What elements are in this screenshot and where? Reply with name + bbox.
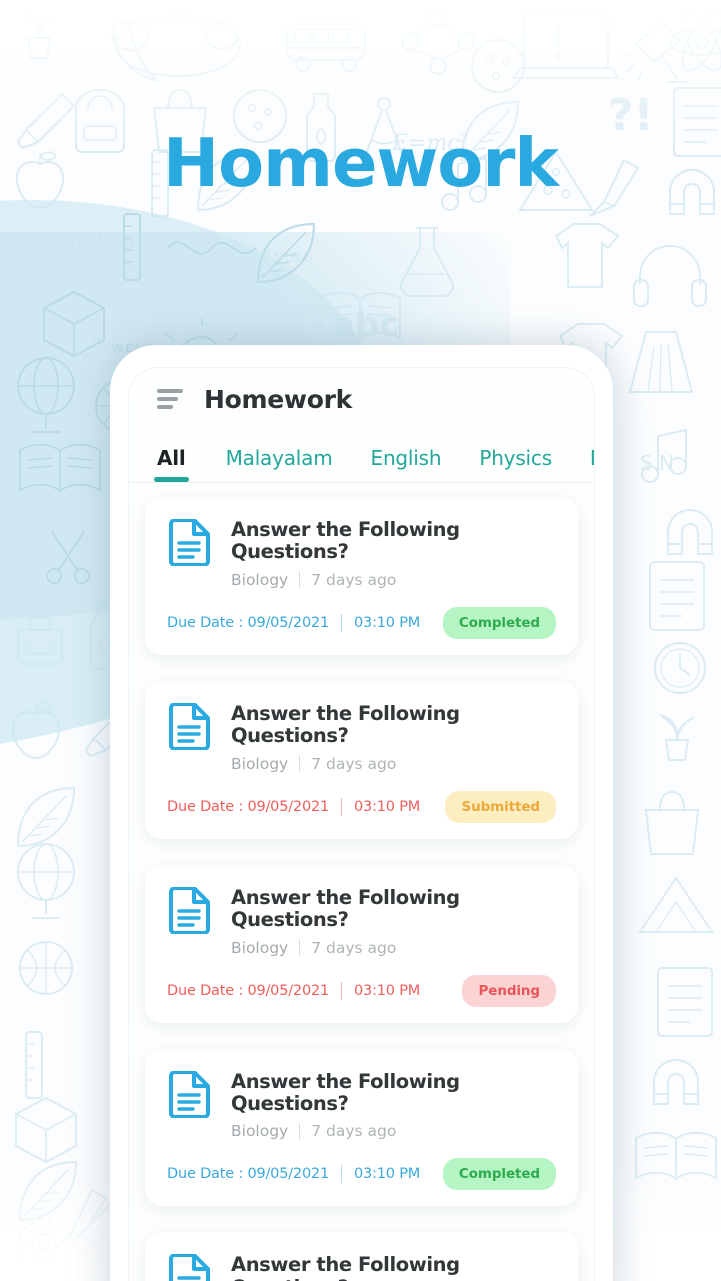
card-title: Answer the Following Questions? (231, 885, 460, 932)
document-icon (169, 519, 210, 566)
card-head: Answer the Following Questions? Biology … (231, 885, 556, 957)
document-icon (169, 702, 210, 750)
tab-english[interactable]: English (371, 446, 442, 482)
hamburger-menu-icon[interactable] (157, 389, 183, 409)
due-time: 03:10 PM (354, 798, 421, 815)
due-info: Due Date : 09/05/2021 03:10 PM (167, 981, 421, 1000)
card-time-ago: 7 days ago (311, 1122, 397, 1141)
homework-card[interactable]: Answer the Following Questions? Biology … (145, 1232, 578, 1281)
homework-card[interactable]: Answer the Following Questions? Biology … (145, 680, 578, 839)
tab-biology[interactable]: Biology (590, 446, 594, 482)
document-icon (169, 1254, 210, 1281)
due-time: 03:10 PM (354, 614, 421, 631)
due-info: Due Date : 09/05/2021 03:10 PM (167, 613, 421, 632)
card-subline: Biology 7 days ago (231, 755, 556, 773)
card-title: Answer the Following Questions? (231, 701, 460, 748)
page-title: Homework (163, 124, 559, 202)
card-subline: Biology 7 days ago (231, 1122, 556, 1140)
homework-card[interactable]: Answer the Following Questions? Biology … (145, 497, 578, 655)
card-time-ago: 7 days ago (311, 754, 397, 773)
due-separator (341, 797, 343, 816)
app-bar-title: Homework (204, 384, 352, 414)
due-date: Due Date : 09/05/2021 (167, 1166, 330, 1183)
card-title: Answer the Following Questions? (231, 1253, 460, 1281)
screenshot-root: E=mc² ?! English LEARNING (0, 0, 721, 1281)
card-title: Answer the Following Questions? (231, 1069, 460, 1115)
phone-screen: Homework All Malayalam English Physics B… (128, 367, 595, 1281)
status-badge[interactable]: Completed (442, 606, 556, 639)
card-head: Answer the Following Questions? Biology … (231, 701, 556, 773)
card-subline: Biology 7 days ago (231, 939, 556, 957)
card-footer: Due Date : 09/05/2021 03:10 PM Submitted (167, 790, 556, 823)
status-badge[interactable]: Completed (442, 1158, 556, 1191)
card-title: Answer the Following Questions? (231, 518, 460, 564)
due-date: Due Date : 09/05/2021 (167, 982, 330, 999)
sub-separator (299, 939, 301, 957)
card-header: Answer the Following Questions? Biology … (167, 1069, 556, 1141)
due-date: Due Date : 09/05/2021 (167, 614, 330, 631)
sub-separator (299, 755, 301, 773)
sub-separator (299, 1122, 301, 1140)
card-head: Answer the Following Questions? Biology … (231, 1069, 556, 1141)
tab-bar-wrap: All Malayalam English Physics Biology (129, 430, 594, 483)
document-icon (169, 886, 210, 934)
card-subject: Biology (231, 938, 289, 957)
card-head: Answer the Following Questions? Biology … (231, 517, 556, 589)
card-time-ago: 7 days ago (311, 938, 397, 957)
card-footer: Due Date : 09/05/2021 03:10 PM Completed (167, 606, 556, 639)
card-subline: Biology 7 days ago (231, 571, 556, 589)
document-icon (169, 1070, 210, 1118)
due-date: Due Date : 09/05/2021 (167, 798, 330, 815)
due-time: 03:10 PM (354, 1166, 421, 1183)
card-head: Answer the Following Questions? Biology … (231, 1252, 556, 1281)
due-separator (341, 981, 343, 1000)
status-badge[interactable]: Pending (462, 974, 556, 1007)
due-separator (341, 613, 343, 632)
card-header: Answer the Following Questions? Biology … (167, 885, 556, 957)
sub-separator (299, 571, 301, 589)
tab-malayalam[interactable]: Malayalam (226, 446, 333, 482)
app-bar: Homework (129, 368, 594, 430)
card-subject: Biology (231, 570, 289, 589)
homework-card[interactable]: Answer the Following Questions? Biology … (145, 864, 578, 1023)
due-separator (341, 1165, 343, 1184)
due-info: Due Date : 09/05/2021 03:10 PM (167, 797, 421, 816)
tab-divider (129, 482, 594, 483)
tab-bar[interactable]: All Malayalam English Physics Biology (129, 430, 594, 482)
card-header: Answer the Following Questions? Biology … (167, 1252, 556, 1281)
card-header: Answer the Following Questions? Biology … (167, 701, 556, 773)
due-info: Due Date : 09/05/2021 03:10 PM (167, 1165, 421, 1184)
homework-card[interactable]: Answer the Following Questions? Biology … (145, 1048, 578, 1207)
card-time-ago: 7 days ago (311, 570, 397, 589)
due-time: 03:10 PM (354, 982, 421, 999)
card-footer: Due Date : 09/05/2021 03:10 PM Pending (167, 974, 556, 1007)
card-header: Answer the Following Questions? Biology … (167, 517, 556, 589)
phone-mockup: Homework All Malayalam English Physics B… (110, 345, 613, 1281)
status-badge[interactable]: Submitted (445, 790, 556, 823)
tab-physics[interactable]: Physics (479, 446, 552, 482)
tab-all[interactable]: All (154, 446, 189, 482)
card-subject: Biology (231, 1122, 289, 1141)
homework-list[interactable]: Answer the Following Questions? Biology … (129, 483, 594, 1281)
card-subject: Biology (231, 754, 289, 773)
card-footer: Due Date : 09/05/2021 03:10 PM Completed (167, 1158, 556, 1191)
